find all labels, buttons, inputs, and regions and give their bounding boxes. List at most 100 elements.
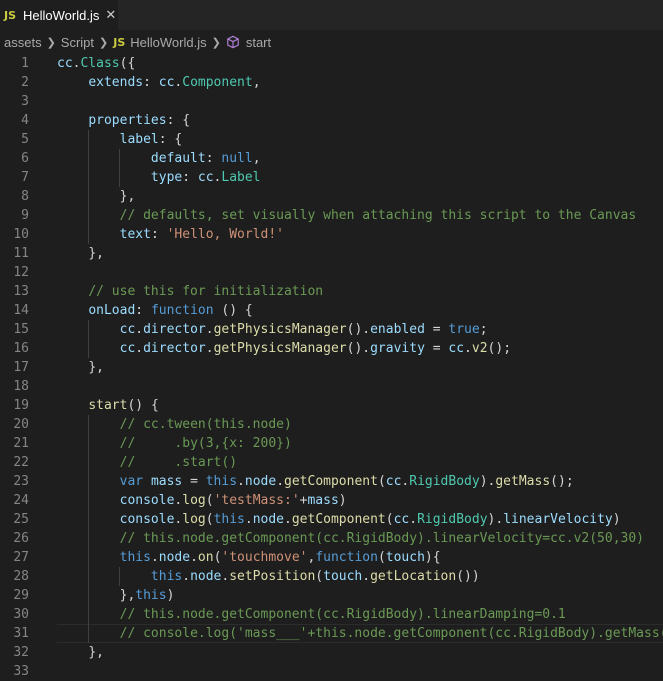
breadcrumb-item-script[interactable]: Script [61,35,94,50]
line-number: 33 [13,664,29,679]
code-line[interactable]: 24 console.log('testMass:'+mass) [0,491,663,510]
code-line[interactable]: 10 text: 'Hello, World!' [0,225,663,244]
breadcrumb: assets ❯ Script ❯ JS HelloWorld.js ❯ sta… [0,30,663,54]
code-line[interactable]: 33 [0,662,663,681]
code-text: console.log('testMass:'+mass) [119,493,347,508]
code-text: default: null, [150,151,261,166]
code-text: cc.director.getPhysicsManager().enabled … [119,322,488,337]
line-number: 29 [13,588,29,603]
code-text: }, [88,645,104,660]
code-text: start() { [88,398,159,413]
code-line[interactable]: 6 default: null, [0,149,663,168]
code-line[interactable]: 21 // .by(3,{x: 200}) [0,434,663,453]
code-text: // console.log('mass___'+this.node.getCo… [119,626,663,641]
code-line[interactable]: 31 // console.log('mass___'+this.node.ge… [0,624,663,643]
line-number: 17 [13,360,29,375]
line-number: 16 [13,341,29,356]
code-text: var mass = this.node.getComponent(cc.Rig… [119,474,574,489]
code-text: this.node.setPosition(touch.getLocation(… [150,569,480,584]
code-text: text: 'Hello, World!' [119,227,284,242]
breadcrumb-item-start[interactable]: start [246,35,271,50]
code-line[interactable]: 28 this.node.setPosition(touch.getLocati… [0,567,663,586]
code-text: // .by(3,{x: 200}) [119,436,292,451]
line-number: 24 [13,493,29,508]
code-text: // cc.tween(this.node) [119,417,292,432]
chevron-right-icon: ❯ [211,36,221,49]
js-file-icon: JS [4,8,17,22]
code-text: cc.director.getPhysicsManager().gravity … [119,341,512,356]
code-text: },this) [119,588,175,603]
close-icon[interactable]: ✕ [105,7,116,23]
line-number: 9 [21,208,29,223]
code-line[interactable]: 9 // defaults, set visually when attachi… [0,206,663,225]
line-number: 13 [13,284,29,299]
code-line[interactable]: 12 [0,263,663,282]
code-line[interactable]: 7 type: cc.Label [0,168,663,187]
line-number: 26 [13,531,29,546]
code-text: cc.Class({ [57,56,136,71]
line-number: 19 [13,398,29,413]
js-file-icon: JS [113,35,126,49]
line-number: 28 [13,569,29,584]
code-line[interactable]: 25 console.log(this.node.getComponent(cc… [0,510,663,529]
code-line[interactable]: 5 label: { [0,130,663,149]
line-number: 18 [13,379,29,394]
code-text: }, [88,246,104,261]
line-number: 6 [21,151,29,166]
line-number: 12 [13,265,29,280]
code-line[interactable]: 19 start() { [0,396,663,415]
line-number: 7 [21,170,29,185]
code-text: this.node.on('touchmove',function(touch)… [119,550,441,565]
code-text: // use this for initialization [88,284,324,299]
code-line[interactable]: 2 extends: cc.Component, [0,73,663,92]
chevron-right-icon: ❯ [46,36,56,49]
line-number: 31 [13,626,29,641]
code-text: extends: cc.Component, [88,75,261,90]
line-number: 23 [13,474,29,489]
code-line[interactable]: 16 cc.director.getPhysicsManager().gravi… [0,339,663,358]
code-text: label: { [119,132,183,147]
line-number: 22 [13,455,29,470]
breadcrumb-item-file[interactable]: HelloWorld.js [130,35,206,50]
code-line[interactable]: 23 var mass = this.node.getComponent(cc.… [0,472,663,491]
code-line[interactable]: 8 }, [0,187,663,206]
code-line[interactable]: 4 properties: { [0,111,663,130]
code-line[interactable]: 27 this.node.on('touchmove',function(tou… [0,548,663,567]
code-line[interactable]: 22 // .start() [0,453,663,472]
code-line[interactable]: 26 // this.node.getComponent(cc.RigidBod… [0,529,663,548]
code-line[interactable]: 3 [0,92,663,111]
code-line[interactable]: 20 // cc.tween(this.node) [0,415,663,434]
breadcrumb-item-assets[interactable]: assets [4,35,42,50]
code-line[interactable]: 15 cc.director.getPhysicsManager().enabl… [0,320,663,339]
code-line[interactable]: 13 // use this for initialization [0,282,663,301]
code-text: }, [119,189,136,204]
code-text: properties: { [88,113,191,128]
line-number: 32 [13,645,29,660]
line-number: 15 [13,322,29,337]
line-number: 8 [21,189,29,204]
code-line[interactable]: 32 }, [0,643,663,662]
code-line[interactable]: 29 },this) [0,586,663,605]
code-text: }, [88,360,104,375]
code-line[interactable]: 11 }, [0,244,663,263]
line-number: 27 [13,550,29,565]
line-number: 14 [13,303,29,318]
code-text: // this.node.getComponent(cc.RigidBody).… [119,531,645,546]
line-number: 2 [21,75,29,90]
code-line[interactable]: 1 cc.Class({ [0,54,663,73]
code-line[interactable]: 30 // this.node.getComponent(cc.RigidBod… [0,605,663,624]
chevron-right-icon: ❯ [99,36,109,49]
line-number: 4 [21,113,29,128]
tab-bar: JS HelloWorld.js ✕ [0,0,663,30]
tab-helloworld[interactable]: JS HelloWorld.js ✕ [0,0,118,30]
method-cube-icon [227,35,239,49]
code-editor[interactable]: 1 cc.Class({2 extends: cc.Component, 3 4 pr… [0,54,663,681]
line-number: 25 [13,512,29,527]
line-number: 20 [13,417,29,432]
code-text: // this.node.getComponent(cc.RigidBody).… [119,607,566,622]
line-number: 3 [21,94,29,109]
code-line[interactable]: 17 }, [0,358,663,377]
code-line[interactable]: 14 onLoad: function () { [0,301,663,320]
code-line[interactable]: 18 [0,377,663,396]
code-text: console.log(this.node.getComponent(cc.Ri… [119,512,621,527]
